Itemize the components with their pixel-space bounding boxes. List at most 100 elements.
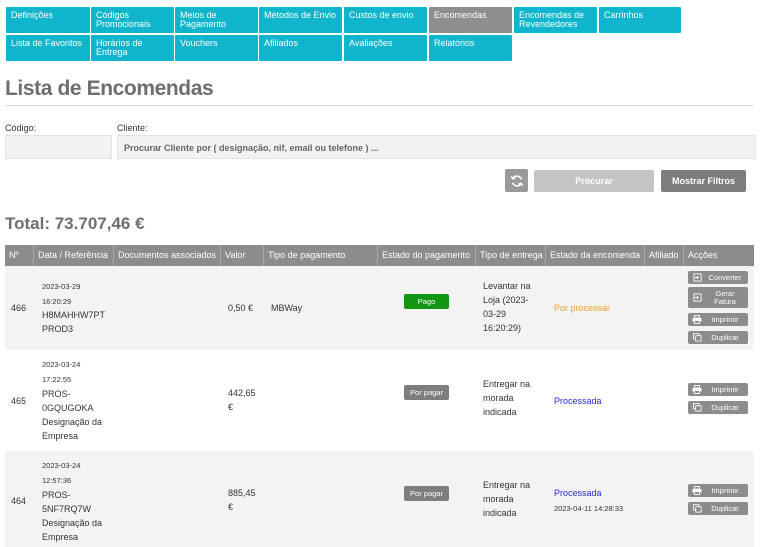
delivery-type: Entregar na morada indicada: [483, 377, 530, 419]
tab-horarios-entrega[interactable]: Horários de Entrega: [91, 35, 174, 61]
order-reference[interactable]: H8MAHHW7PT: [42, 308, 105, 322]
button-label: Gerar Fatura: [714, 288, 736, 306]
button-label: Imprimir: [711, 485, 739, 495]
delivery-line: morada: [483, 393, 514, 403]
delivery-line: indicada: [483, 508, 517, 518]
order-time: 17:22:55: [42, 375, 72, 384]
button-label: Duplicar: [711, 402, 739, 412]
order-number: 465: [11, 396, 27, 406]
orders-total: Total: 73.707,46 €: [5, 214, 145, 233]
company-designation-line2: Empresa: [42, 532, 79, 542]
order-number: 466: [11, 303, 27, 313]
tab-metodos-envio[interactable]: Métodos de Envio: [259, 7, 342, 33]
order-reference[interactable]: PROS-: [42, 488, 71, 502]
order-reference-line2[interactable]: PROD3: [42, 322, 73, 336]
printer-icon: [692, 385, 702, 394]
duplicate-button[interactable]: Duplicar: [688, 331, 748, 344]
print-button[interactable]: Imprimir: [688, 313, 748, 326]
order-value: 0,50 €: [228, 303, 254, 313]
table-header: Nº Data / Referência Documentos associad…: [5, 245, 754, 266]
order-reference-line2[interactable]: 5NF7RQ7W: [42, 502, 91, 516]
delivery-line: Entregar na: [483, 480, 531, 490]
col-number[interactable]: Nº: [5, 245, 34, 266]
company-designation-line2: Empresa: [42, 431, 79, 441]
value-line: 442,65: [228, 388, 256, 398]
order-date: 2023-03-24: [42, 461, 81, 470]
print-button[interactable]: Imprimir: [688, 484, 748, 497]
tab-encomendas[interactable]: Encomendas: [429, 7, 512, 33]
button-label: Converter: [708, 272, 742, 282]
page-title: Lista de Encomendas: [5, 77, 214, 100]
order-value: 885,45 €: [228, 486, 256, 514]
refresh-button[interactable]: [505, 169, 528, 192]
delivery-line: 03-29: [483, 309, 507, 319]
order-reference-line2[interactable]: 0GQUGOKA: [42, 401, 94, 415]
table-row: 464 2023-03-24 12:57:36 PROS- 5NF7RQ7W D…: [5, 451, 754, 547]
company-designation: Designação da: [42, 518, 103, 528]
duplicate-button[interactable]: Duplicar: [688, 502, 748, 515]
button-label: Duplicar: [711, 332, 739, 342]
col-payment-status[interactable]: Estado do pagamento: [378, 245, 476, 266]
col-date-reference[interactable]: Data / Referência: [34, 245, 114, 266]
col-affiliate[interactable]: Afiliado: [645, 245, 684, 266]
copy-icon: [692, 333, 702, 342]
convert-button[interactable]: Converter: [688, 271, 748, 284]
duplicate-button[interactable]: Duplicar: [688, 401, 748, 414]
order-date: 2023-03-24: [42, 360, 81, 369]
tab-lista-favoritos[interactable]: Lista de Favoritos: [6, 35, 90, 61]
col-value[interactable]: Valor: [221, 245, 264, 266]
delivery-line: indicada: [483, 407, 517, 417]
generate-invoice-button[interactable]: Gerar Fatura: [688, 287, 748, 308]
table-row: 466 2023-03-29 16:20:29 H8MAHHW7PT PROD3…: [5, 266, 754, 350]
order-time: 16:20:29: [42, 297, 72, 306]
code-input[interactable]: [5, 135, 112, 159]
order-status: Por processar: [554, 303, 611, 313]
company-designation: Designação da: [42, 417, 103, 427]
col-documents[interactable]: Documentos associados: [114, 245, 221, 266]
copy-icon: [692, 504, 702, 513]
tab-encomendas-revendedores[interactable]: Encomendas de Revendedores: [514, 7, 597, 33]
printer-icon: [692, 315, 702, 324]
delivery-line: Entregar na: [483, 379, 531, 389]
tab-relatorios[interactable]: Relatórios: [429, 35, 512, 61]
order-status-date: 2023-04-11 14:28:33: [554, 504, 624, 513]
order-status: Processada: [554, 488, 602, 498]
delivery-line: Loja (2023-: [483, 295, 529, 305]
button-label: Imprimir: [711, 314, 739, 324]
client-label: Cliente:: [117, 123, 148, 133]
tab-afiliados[interactable]: Afiliados: [259, 35, 342, 61]
client-search-input[interactable]: Procurar Cliente por ( designação, nif, …: [117, 135, 756, 159]
printer-icon: [692, 486, 702, 495]
order-status: Processada: [554, 396, 602, 406]
value-line: €: [228, 402, 234, 412]
tab-definicoes[interactable]: Definições: [6, 7, 90, 33]
print-button[interactable]: Imprimir: [688, 383, 748, 396]
order-time: 12:57:36: [42, 476, 72, 485]
search-button[interactable]: Procurar: [534, 170, 654, 192]
value-line: 885,45: [228, 488, 256, 498]
refresh-icon: [510, 174, 523, 187]
order-date: 2023-03-29: [42, 282, 81, 291]
tab-codigos-promocionais[interactable]: Códigos Promocionais: [91, 7, 174, 33]
tab-carrinhos[interactable]: Carrinhos: [599, 7, 681, 33]
payment-status-badge: Por pagar: [404, 385, 449, 400]
col-actions: Acções: [688, 250, 718, 260]
payment-status-badge: Pago: [404, 294, 449, 309]
order-reference[interactable]: PROS-: [42, 387, 71, 401]
delivery-type: Levantar na Loja (2023- 03-29 16:20:29): [483, 279, 531, 335]
col-payment-type[interactable]: Tipo de pagamento: [264, 245, 378, 266]
button-label: Duplicar: [711, 503, 739, 513]
tab-meios-pagamento[interactable]: Meios de Pagamento: [175, 7, 258, 33]
tab-custos-envio[interactable]: Custos de envio: [344, 7, 427, 33]
value-line: €: [228, 502, 234, 512]
order-value: 442,65 €: [228, 386, 256, 414]
show-filters-button[interactable]: Mostrar Filtros: [661, 170, 746, 192]
col-delivery-type[interactable]: Tipo de entrega: [476, 245, 546, 266]
tab-avaliacoes[interactable]: Avaliações: [344, 35, 427, 61]
title-divider: [5, 105, 754, 106]
col-order-status[interactable]: Estado da encomenda: [546, 245, 645, 266]
login-arrow-icon: [692, 293, 702, 302]
tab-vouchers[interactable]: Vouchers: [175, 35, 258, 61]
delivery-type: Entregar na morada indicada: [483, 478, 530, 520]
table-row: 465 2023-03-24 17:22:55 PROS- 0GQUGOKA D…: [5, 350, 754, 451]
